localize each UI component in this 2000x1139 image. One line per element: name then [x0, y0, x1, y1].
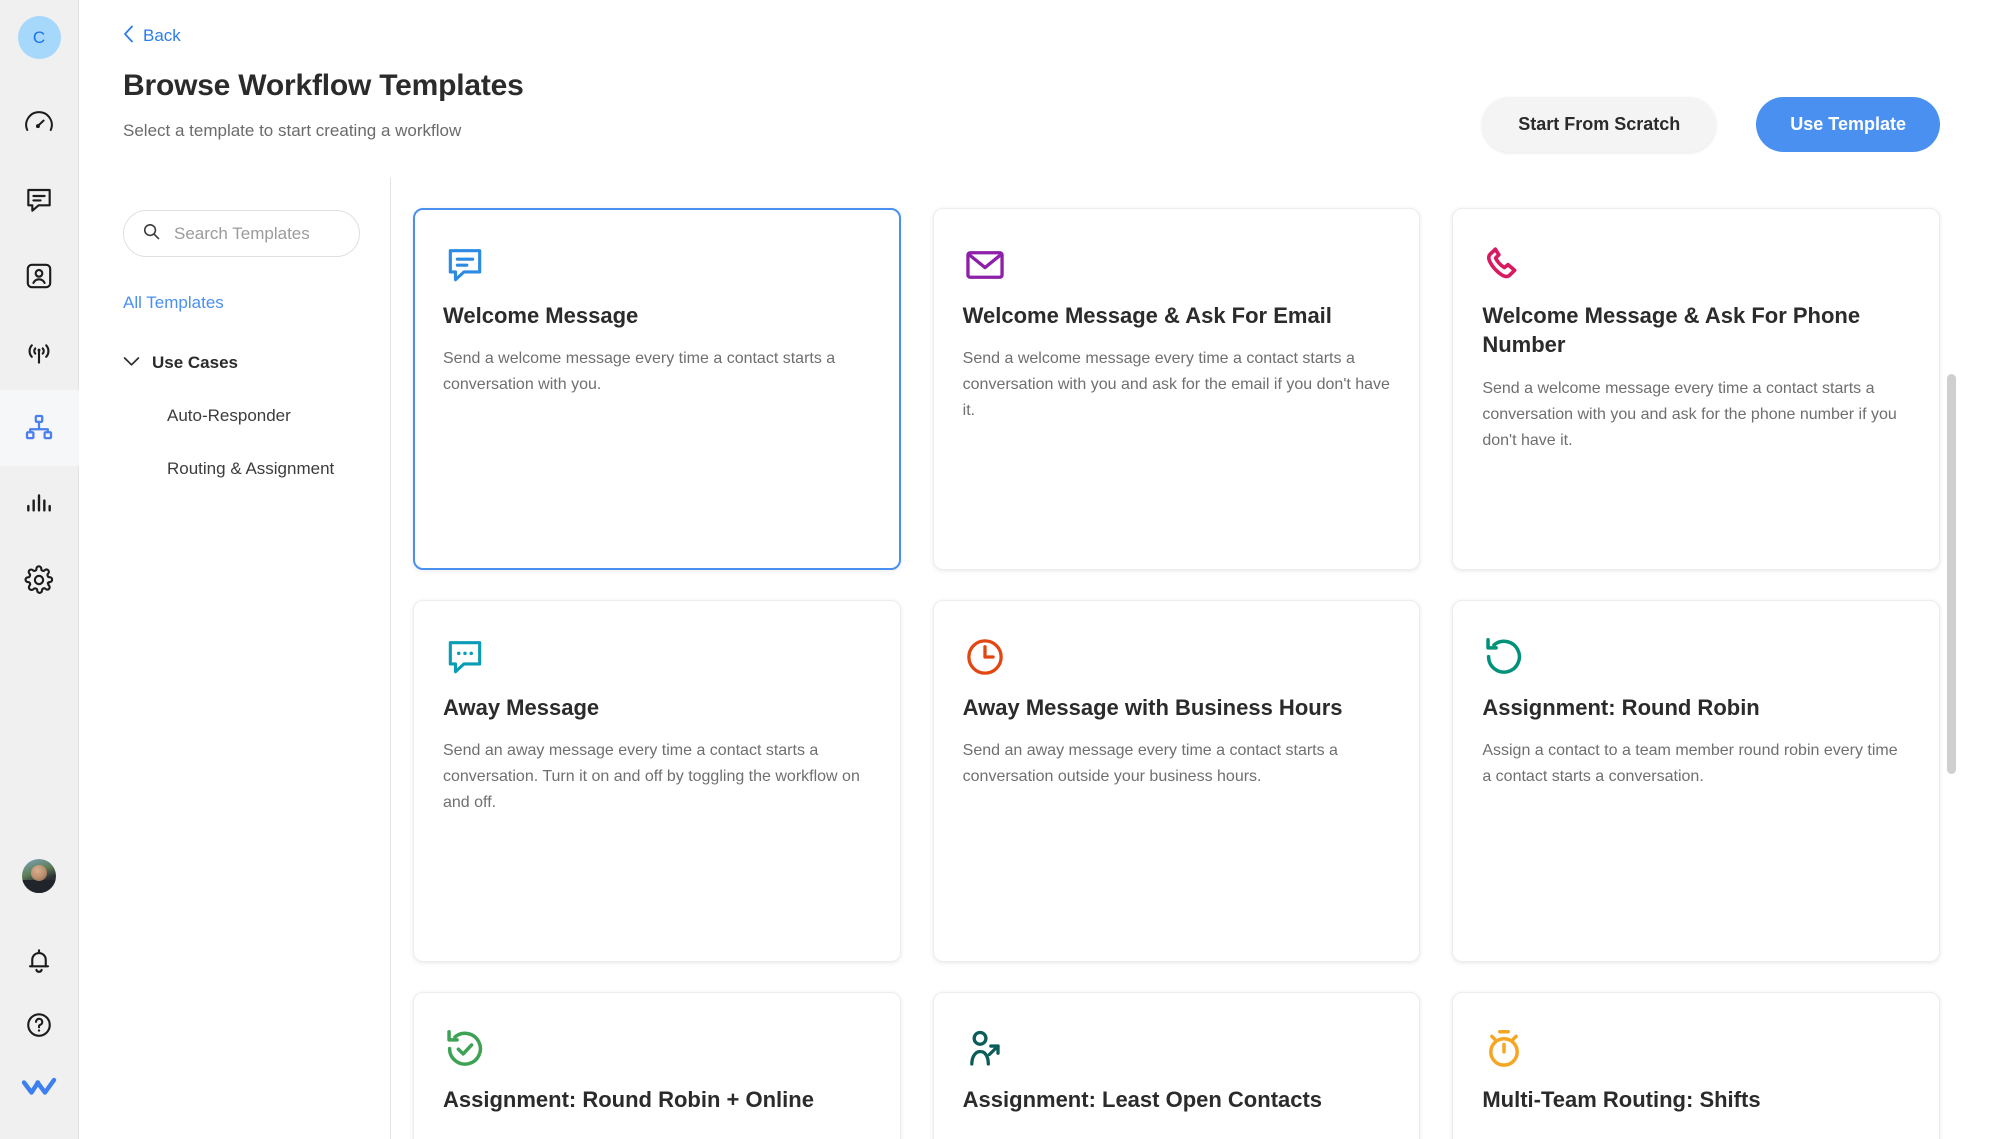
- filter-panel: All Templates Use Cases Auto-Responder R…: [79, 178, 395, 1139]
- template-description: Send a welcome message every time a cont…: [962, 350, 1390, 420]
- use-template-button[interactable]: Use Template: [1756, 97, 1940, 152]
- template-card-round-robin[interactable]: Assignment: Round Robin Assign a contact…: [1452, 600, 1940, 962]
- help-button[interactable]: [0, 993, 79, 1057]
- template-title: Away Message with Business Hours: [962, 695, 1343, 720]
- template-title: Multi-Team Routing: Shifts: [1482, 1087, 1761, 1112]
- template-card-multi-team-shifts[interactable]: Multi-Team Routing: Shifts: [1452, 992, 1940, 1139]
- template-description: Send a welcome message every time a cont…: [1482, 379, 1897, 449]
- template-title: Assignment: Round Robin: [1482, 695, 1760, 720]
- person-arrow-icon: [963, 1027, 1391, 1079]
- clock-icon: [963, 635, 1391, 687]
- notifications-button[interactable]: [0, 929, 79, 993]
- gear-icon: [23, 564, 55, 596]
- template-title: Away Message: [443, 695, 600, 720]
- question-circle-icon: [24, 1010, 54, 1040]
- template-title: Welcome Message & Ask For Email: [962, 303, 1332, 328]
- template-grid-area: Welcome Message Send a welcome message e…: [391, 178, 2000, 1139]
- search-box[interactable]: [123, 210, 395, 257]
- template-description: Assign a contact to a team member round …: [1482, 742, 1898, 786]
- contact-card-icon: [23, 260, 55, 292]
- chat-lines-icon: [443, 243, 871, 295]
- speedometer-icon: [23, 108, 55, 140]
- rail-top-group: C: [0, 0, 79, 618]
- message-icon: [23, 184, 55, 216]
- template-card-welcome-ask-email[interactable]: Welcome Message & Ask For Email Send a w…: [932, 208, 1421, 570]
- template-card-least-open-contacts[interactable]: Assignment: Least Open Contacts: [932, 992, 1421, 1139]
- filter-group-label: Use Cases: [152, 353, 239, 372]
- back-button[interactable]: Back: [123, 20, 181, 51]
- back-label: Back: [143, 26, 181, 45]
- page-header: Back Browse Workflow Templates Select a …: [79, 0, 2000, 152]
- envelope-icon: [963, 243, 1391, 295]
- sidebar-item-contacts[interactable]: [0, 238, 79, 314]
- header-actions: Start From Scratch Use Template: [1482, 97, 1940, 152]
- template-card-away-message[interactable]: Away Message Send an away message every …: [413, 600, 901, 962]
- sidebar-item-dashboard[interactable]: [0, 86, 79, 162]
- template-card-welcome-ask-phone[interactable]: Welcome Message & Ask For Phone Number S…: [1452, 208, 1940, 570]
- chevron-down-icon: [123, 354, 140, 372]
- template-title: Welcome Message: [443, 303, 639, 328]
- chevron-left-icon: [123, 25, 134, 46]
- template-title: Assignment: Least Open Contacts: [962, 1087, 1323, 1112]
- template-grid: Welcome Message Send a welcome message e…: [413, 208, 1940, 1139]
- page-body: All Templates Use Cases Auto-Responder R…: [79, 178, 2000, 1139]
- template-title: Welcome Message & Ask For Phone Number: [1482, 303, 1861, 358]
- sidebar-item-inbox[interactable]: [0, 162, 79, 238]
- filter-item-routing-assignment[interactable]: Routing & Assignment: [167, 459, 390, 479]
- template-title: Assignment: Round Robin + Online: [443, 1087, 814, 1112]
- rotate-check-icon: [443, 1027, 871, 1079]
- bar-chart-icon: [23, 488, 55, 520]
- search-icon: [142, 222, 161, 246]
- filter-all-templates[interactable]: All Templates: [123, 293, 224, 313]
- start-from-scratch-button[interactable]: Start From Scratch: [1482, 97, 1717, 152]
- workflow-icon: [23, 412, 55, 444]
- avatar[interactable]: [22, 859, 56, 893]
- org-avatar[interactable]: C: [17, 16, 61, 59]
- template-description: Send an away message every time a contac…: [962, 742, 1338, 786]
- stopwatch-icon: [1482, 1027, 1910, 1079]
- broadcast-icon: [23, 336, 55, 368]
- template-description: Send an away message every time a contac…: [443, 742, 860, 812]
- double-check-icon: [21, 1074, 57, 1100]
- sidebar-item-settings[interactable]: [0, 542, 79, 618]
- brand-logo[interactable]: [0, 1057, 79, 1117]
- scrollbar-track: [1947, 374, 1956, 1139]
- filter-group-use-cases[interactable]: Use Cases: [123, 353, 390, 373]
- phone-icon: [1482, 243, 1910, 295]
- rail-bottom-group: [0, 859, 78, 1139]
- template-card-welcome-message[interactable]: Welcome Message Send a welcome message e…: [413, 208, 901, 570]
- sidebar-item-reports[interactable]: [0, 466, 79, 542]
- chat-dots-icon: [443, 635, 871, 687]
- sidebar-item-workflows[interactable]: [0, 390, 79, 466]
- rotate-ccw-icon: [1482, 635, 1910, 687]
- app-root: C Back Browse Workflow Templates Select …: [0, 0, 2000, 1139]
- template-description: Send a welcome message every time a cont…: [443, 350, 836, 394]
- sidebar-item-broadcasts[interactable]: [0, 314, 79, 390]
- template-card-round-robin-online[interactable]: Assignment: Round Robin + Online: [413, 992, 901, 1139]
- template-card-away-business-hours[interactable]: Away Message with Business Hours Send an…: [932, 600, 1421, 962]
- scrollbar-thumb[interactable]: [1947, 374, 1956, 774]
- bell-icon: [24, 946, 54, 976]
- search-input[interactable]: [174, 223, 395, 244]
- main-content: Back Browse Workflow Templates Select a …: [79, 0, 2000, 1139]
- primary-nav-rail: C: [0, 0, 79, 1139]
- filter-item-auto-responder[interactable]: Auto-Responder: [167, 406, 390, 426]
